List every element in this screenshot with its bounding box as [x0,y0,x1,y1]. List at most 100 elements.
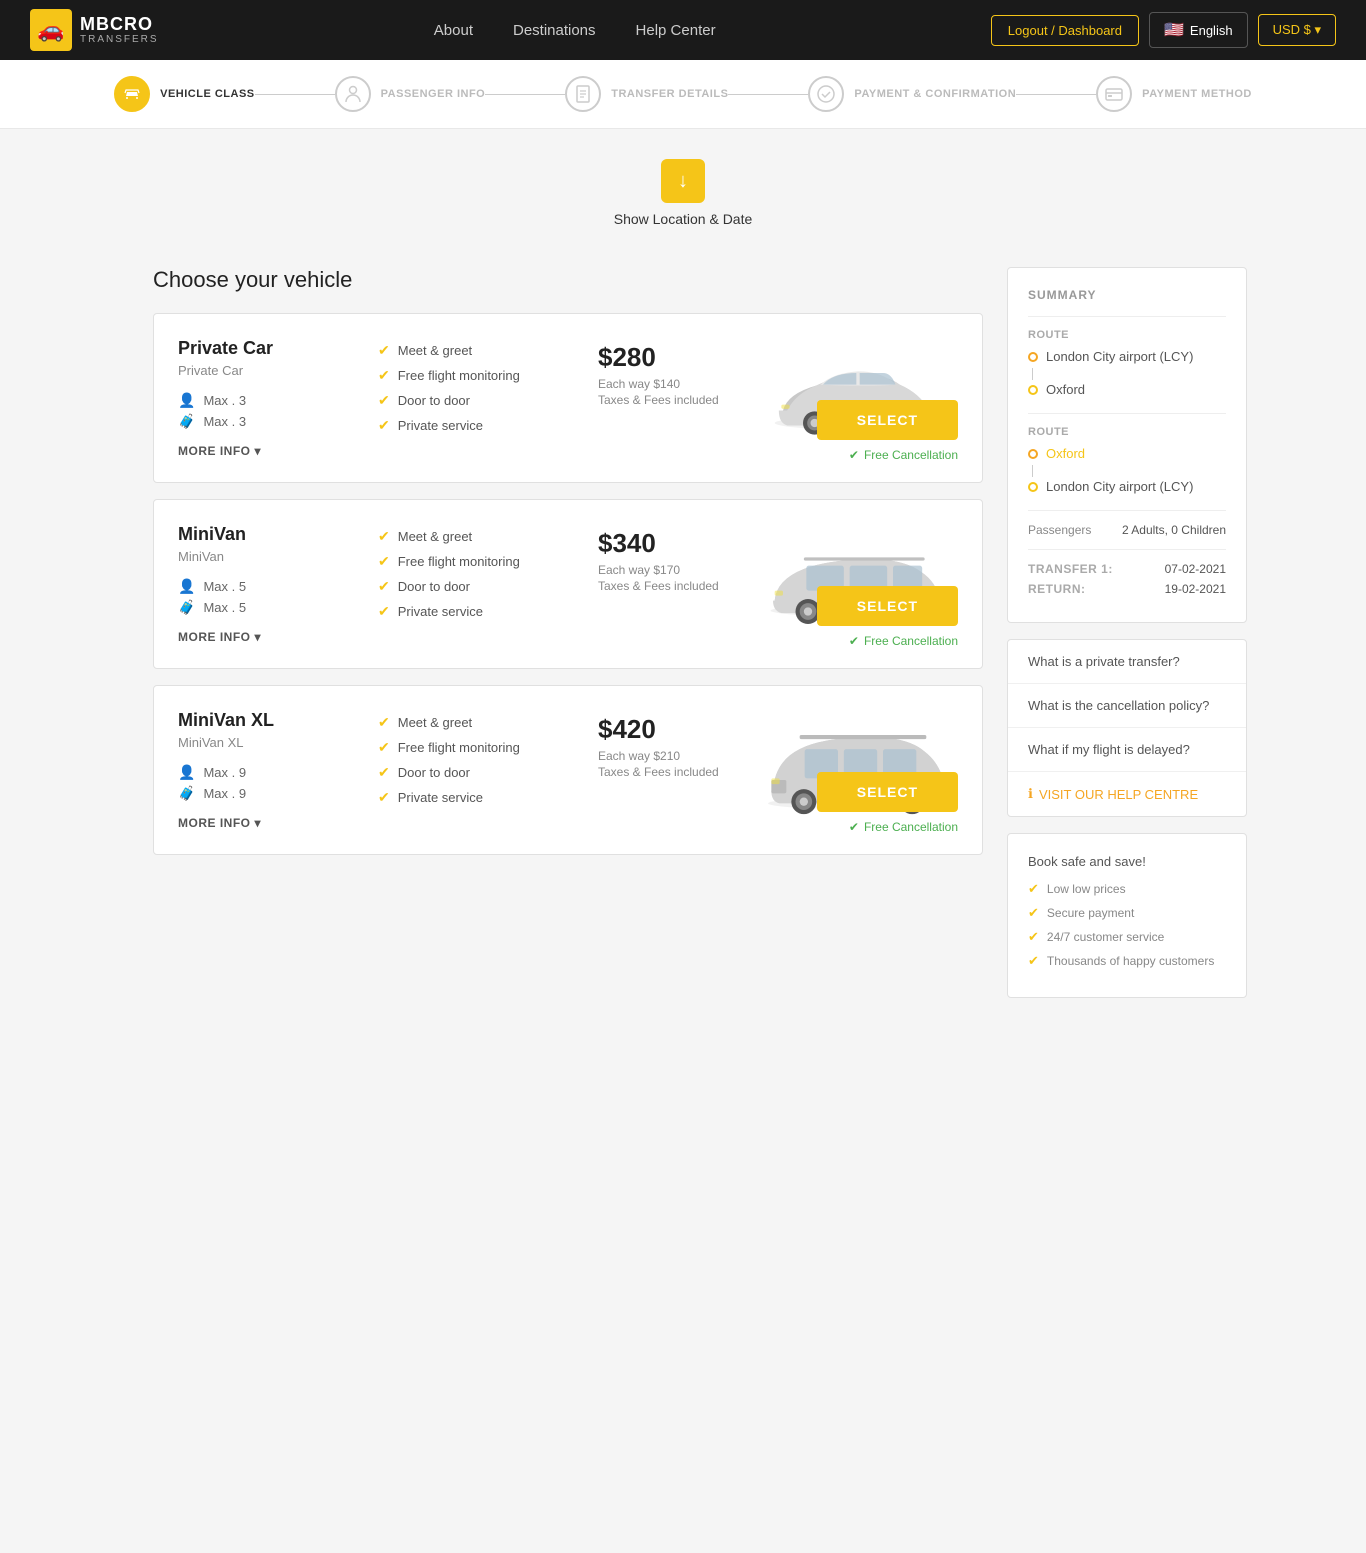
feature-0-2: ✔ Door to door [378,392,578,409]
more-info-button-0[interactable]: MORE INFO ▾ [178,444,358,458]
more-info-label-0: MORE INFO [178,444,251,458]
vehicle-capacity-1: 👤 Max . 5 🧳 Max . 5 [178,578,358,616]
price-tax-1: Taxes & Fees included [598,579,738,593]
show-location-button[interactable]: ↓ [661,159,705,203]
currency-button[interactable]: USD $ ▾ [1258,14,1336,46]
price-main-0: $280 [598,342,738,373]
check-icon-0-1: ✔ [378,367,390,384]
step-1-circle [114,76,150,112]
trust-check-icon-3: ✔ [1028,953,1039,969]
vehicle-type-0: Private Car [178,363,358,378]
vehicle-actions-0: SELECT ✔ Free Cancellation [817,400,958,462]
route-2-section: ROUTE Oxford London City airport (LCY) [1028,426,1226,494]
return-date: 19-02-2021 [1165,582,1226,596]
check-icon-2-2: ✔ [378,764,390,781]
trust-text-2: 24/7 customer service [1047,930,1164,944]
logo-name: MBCRO [80,15,159,35]
language-button[interactable]: 🇺🇸 English [1149,12,1248,48]
step-3-circle [565,76,601,112]
route-2-to: London City airport (LCY) [1028,479,1226,494]
vehicle-type-2: MiniVan XL [178,735,358,750]
vehicle-name-1: MiniVan [178,524,358,545]
select-button-0[interactable]: SELECT [817,400,958,440]
feature-2-1: ✔ Free flight monitoring [378,739,578,756]
select-button-1[interactable]: SELECT [817,586,958,626]
feature-0-3: ✔ Private service [378,417,578,434]
step-passenger-info[interactable]: PASSENGER INFO [335,76,486,112]
check-icon-1-2: ✔ [378,578,390,595]
free-cancel-1: ✔ Free Cancellation [849,634,958,648]
route-text-from-1: London City airport (LCY) [1046,349,1193,364]
sidebar: SUMMARY ROUTE London City airport (LCY) … [1007,267,1247,998]
summary-box: SUMMARY ROUTE London City airport (LCY) … [1007,267,1247,623]
price-main-1: $340 [598,528,738,559]
connector-1 [255,94,335,95]
select-button-2[interactable]: SELECT [817,772,958,812]
vehicle-info-private-car: Private Car Private Car 👤 Max . 3 🧳 Max … [178,338,358,458]
route-2-label: ROUTE [1028,426,1226,438]
nav-about[interactable]: About [434,22,473,39]
luggage-icon-2: 🧳 [178,785,195,802]
show-location-section: ↓ Show Location & Date [0,129,1366,247]
step-vehicle-class[interactable]: VEHICLE CLASS [114,76,255,112]
vehicle-actions-2: SELECT ✔ Free Cancellation [817,772,958,834]
step-5-label: PAYMENT METHOD [1142,88,1252,100]
vehicle-card-minivan-xl: MiniVan XL MiniVan XL 👤 Max . 9 🧳 Max . … [153,685,983,855]
vehicle-card-minivan: MiniVan MiniVan 👤 Max . 5 🧳 Max . 5 MORE… [153,499,983,669]
step-payment-confirmation[interactable]: PAYMENT & CONFIRMATION [808,76,1016,112]
trust-box: Book safe and save! ✔ Low low prices ✔ S… [1007,833,1247,998]
step-transfer-details[interactable]: TRANSFER DETAILS [565,76,728,112]
person-icon-0: 👤 [178,392,195,409]
person-icon-1: 👤 [178,578,195,595]
vehicles-title: Choose your vehicle [153,267,983,293]
faq-item-1[interactable]: What is the cancellation policy? [1008,684,1246,728]
trust-check-icon-1: ✔ [1028,905,1039,921]
route-1-to: Oxford [1028,382,1226,397]
more-info-label-2: MORE INFO [178,816,251,830]
passengers-row: Passengers 2 Adults, 0 Children [1028,523,1226,537]
flag-icon: 🇺🇸 [1164,20,1184,40]
faq-item-0[interactable]: What is a private transfer? [1008,640,1246,684]
nav-help[interactable]: Help Center [636,22,716,39]
check-icon-2-0: ✔ [378,714,390,731]
check-icon-0-3: ✔ [378,417,390,434]
max-luggage-0: Max . 3 [203,414,246,429]
trust-item-3: ✔ Thousands of happy customers [1028,953,1226,969]
route-2-from: Oxford [1028,446,1226,461]
route-text-to-2: London City airport (LCY) [1046,479,1193,494]
logo: 🚗 MBCRO TRANSFERS [30,9,159,51]
step-payment-method[interactable]: PAYMENT METHOD [1096,76,1252,112]
vehicles-section: Choose your vehicle Private Car Private … [153,267,983,998]
return-label: RETURN: [1028,582,1086,596]
feature-1-3: ✔ Private service [378,603,578,620]
route-1-from: London City airport (LCY) [1028,349,1226,364]
trust-text-3: Thousands of happy customers [1047,954,1214,968]
return-row: RETURN: 19-02-2021 [1028,582,1226,596]
more-info-button-2[interactable]: MORE INFO ▾ [178,816,358,830]
logout-button[interactable]: Logout / Dashboard [991,15,1139,46]
vehicle-features-0: ✔ Meet & greet ✔ Free flight monitoring … [378,338,578,458]
route-text-from-2: Oxford [1046,446,1085,461]
capacity-passenger-1: 👤 Max . 5 [178,578,358,595]
step-4-label: PAYMENT & CONFIRMATION [854,88,1016,100]
more-info-button-1[interactable]: MORE INFO ▾ [178,630,358,644]
luggage-icon-0: 🧳 [178,413,195,430]
vehicle-actions-1: SELECT ✔ Free Cancellation [817,586,958,648]
max-luggage-1: Max . 5 [203,600,246,615]
header-actions: Logout / Dashboard 🇺🇸 English USD $ ▾ [991,12,1336,48]
faq-item-2[interactable]: What if my flight is delayed? [1008,728,1246,772]
vehicle-capacity-0: 👤 Max . 3 🧳 Max . 3 [178,392,358,430]
route-dot-to-1 [1028,385,1038,395]
trust-item-1: ✔ Secure payment [1028,905,1226,921]
chevron-down-icon-1: ▾ [255,630,262,644]
logo-icon: 🚗 [30,9,72,51]
main-content: Choose your vehicle Private Car Private … [133,247,1233,1038]
faq-visit-button[interactable]: ℹ VISIT OUR HELP CENTRE [1008,772,1246,816]
check-cancel-icon-0: ✔ [849,448,859,462]
passengers-value: 2 Adults, 0 Children [1122,523,1226,537]
vehicle-features-2: ✔ Meet & greet ✔ Free flight monitoring … [378,710,578,830]
nav-destinations[interactable]: Destinations [513,22,596,39]
price-way-0: Each way $140 [598,377,738,391]
step-3-label: TRANSFER DETAILS [611,88,728,100]
trust-check-icon-0: ✔ [1028,881,1039,897]
